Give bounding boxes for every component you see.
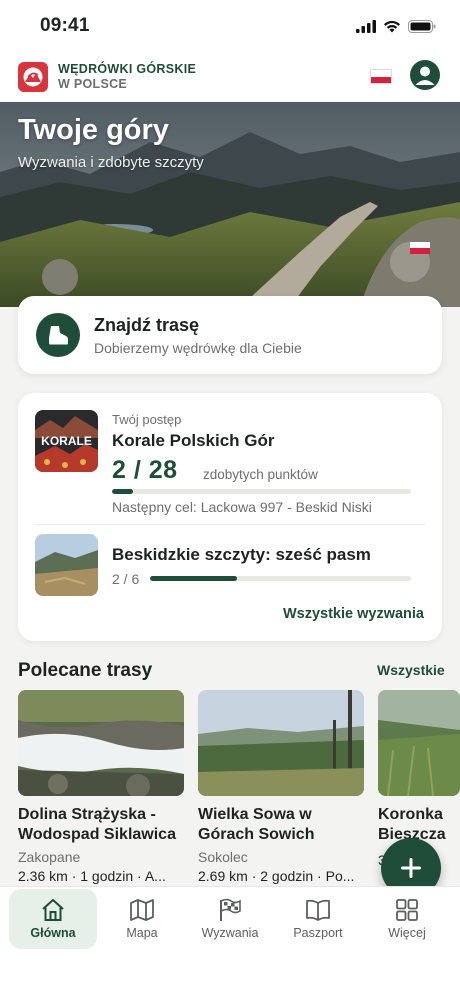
grid-icon [396,899,418,921]
next-target: Następny cel: Lackowa 997 - Beskid Niski [112,499,372,515]
app-header: WĘDRÓWKI GÓRSKIE W POLSCE [0,52,460,102]
nav-label: Mapa [126,926,158,940]
divider [35,524,425,525]
wifi-icon [384,20,400,32]
all-challenges-link[interactable]: Wszystkie wyzwania [283,606,424,622]
challenge-progress-fill-secondary [150,576,237,581]
route-location: Zakopane [18,849,81,865]
hero-title: Twoje góry [18,114,169,146]
home-icon [42,899,64,921]
status-bar: 09:41 [0,0,460,52]
status-time: 09:41 [40,15,90,36]
route-name-line1: Dolina Strążyska - [18,806,156,823]
find-route-subtitle: Dobierzemy wędrówkę dla Ciebie [94,339,302,356]
find-route-title: Znajdź trasę [94,314,200,335]
route-name-line1: Wielka Sowa w [198,806,312,823]
route-name-line2: Wodospad Siklawica [18,826,176,843]
challenge-progress-bar [112,489,411,494]
challenge-count-secondary: 2 / 6 [112,571,140,587]
progress-label: Twój postęp [112,412,182,427]
user-icon [415,66,435,85]
route-meta: 2.36 km · 1 godzin · A... [18,868,166,884]
hero-banner: Twoje góry Wyzwania i zdobyte szczyty [0,102,460,307]
challenge-name-secondary[interactable]: Beskidzkie szczyty: sześć pasm [112,545,371,565]
app-logo [18,62,48,92]
nav-item-home[interactable]: Główna [9,889,97,949]
nav-item-challenges[interactable]: Wyzwania [186,889,274,949]
book-icon [306,899,330,921]
route-meta: 2.69 km · 2 godzin · Po... [198,868,355,884]
challenge-count: 2 / 28 [112,456,178,484]
challenge-thumbnail-korale[interactable]: KORALE [35,410,98,472]
hiking-boot-icon [36,313,80,357]
profile-avatar[interactable] [410,60,440,90]
nav-label: Wyzwania [201,926,259,940]
status-icons [356,19,436,33]
plus-icon [401,858,421,878]
bottom-navigation: Główna Mapa Wyzwania Paszport Więcej [0,886,460,996]
challenge-progress-bar-secondary [150,576,411,581]
flag-icon [220,898,241,921]
find-route-card[interactable]: Znajdź trasę Dobierzemy wędrówkę dla Cie… [18,296,442,374]
route-image-waterfall [18,690,184,796]
challenge-name[interactable]: Korale Polskich Gór [112,431,275,451]
route-location: Sokolec [198,849,248,865]
thumbnail-text: KORALE [41,434,92,448]
route-name-line1: Koronka [378,806,443,823]
route-image-meadow [378,690,460,796]
route-name-line2: Górach Sowich [198,826,315,843]
nav-label: Główna [30,926,76,940]
challenge-progress-fill [112,489,134,494]
hero-subtitle: Wyzwania i zdobyte szczyty [18,154,204,171]
nav-item-map[interactable]: Mapa [98,889,186,949]
battery-icon [408,19,436,33]
route-card[interactable]: Dolina Strążyska - Wodospad Siklawica Za… [18,690,184,884]
challenge-thumbnail-beskidy[interactable] [35,534,98,596]
route-image-forest [198,690,364,796]
nav-label: Paszport [293,926,343,940]
nav-item-more[interactable]: Więcej [363,889,451,949]
recommended-title: Polecane trasy [18,660,153,681]
nav-label: Więcej [388,926,426,940]
brand-line2: W POLSCE [58,77,128,91]
challenges-card: KORALE Twój postęp Korale Polskich Gór 2… [18,393,442,641]
mountain-logo-icon [23,67,43,87]
recommended-all-link[interactable]: Wszystkie [377,662,445,678]
signal-icon [356,19,376,33]
language-flag-pl-icon[interactable] [370,69,392,84]
map-icon [130,899,154,921]
route-card[interactable]: Wielka Sowa w Górach Sowich Sokolec 2.69… [198,690,364,884]
brand-line1: WĘDRÓWKI GÓRSKIE [58,62,197,76]
brand-name: WĘDRÓWKI GÓRSKIE W POLSCE [58,62,196,92]
challenge-count-label: zdobytych punktów [203,467,318,482]
nav-item-passport[interactable]: Paszport [274,889,362,949]
